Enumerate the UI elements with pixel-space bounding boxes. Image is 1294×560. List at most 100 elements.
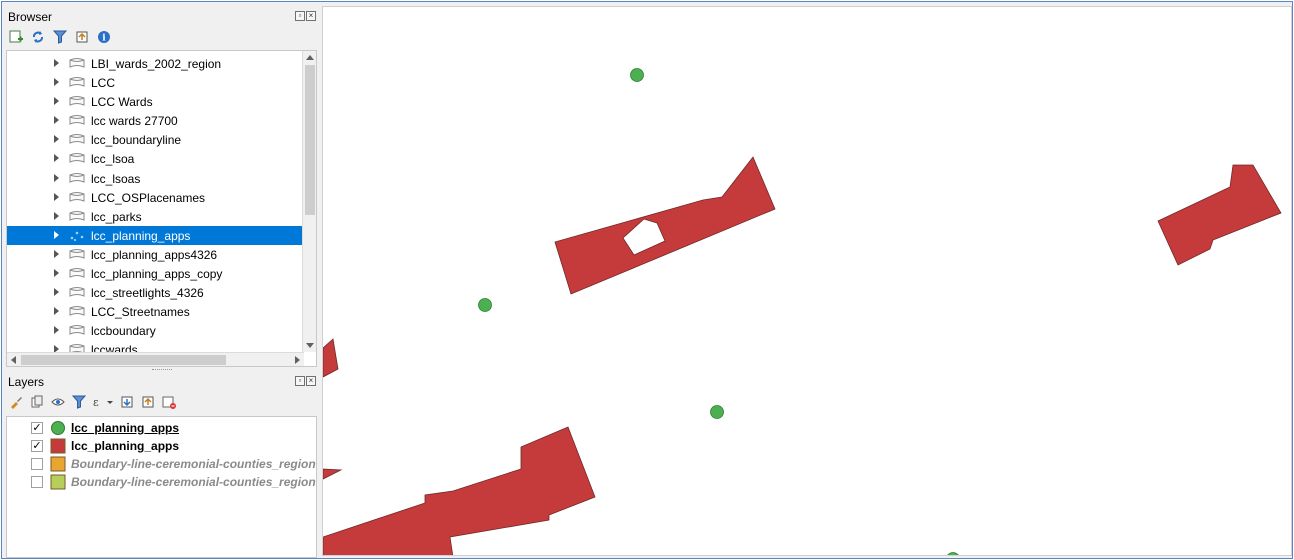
layer-item[interactable]: ✓ lcc_planning_apps xyxy=(7,419,316,437)
collapse-all-icon[interactable] xyxy=(74,29,90,45)
planning-app-polygon[interactable] xyxy=(323,468,343,480)
planning-app-polygon[interactable] xyxy=(323,338,339,378)
browser-item[interactable]: lcc_boundaryline xyxy=(7,130,303,149)
scroll-up-icon[interactable] xyxy=(306,55,314,60)
table-icon xyxy=(68,113,86,127)
eye-icon[interactable] xyxy=(50,394,66,410)
left-dock: Browser ▫ × i LBI_wards_2002_region LCC LC… xyxy=(2,2,320,558)
float-panel-button[interactable]: ▫ xyxy=(295,376,305,386)
browser-item-label: lcc_boundaryline xyxy=(91,133,182,148)
scroll-down-icon[interactable] xyxy=(306,343,314,348)
table-icon xyxy=(68,171,86,185)
browser-item[interactable]: lcc_lsoa xyxy=(7,149,303,168)
planning-app-point[interactable] xyxy=(710,405,724,419)
expand-arrow-icon[interactable] xyxy=(54,135,59,144)
expand-arrow-icon[interactable] xyxy=(54,230,59,239)
svg-text:i: i xyxy=(102,34,106,44)
browser-panel-title: Browser xyxy=(8,10,53,24)
browser-tree-list: LBI_wards_2002_region LCC LCC Wards lcc war… xyxy=(7,54,303,360)
expression-filter-icon[interactable]: ε xyxy=(92,394,114,410)
browser-item[interactable]: lcc_streetlights_4326 xyxy=(7,283,303,302)
map-canvas[interactable] xyxy=(322,6,1292,556)
add-layer-icon[interactable] xyxy=(8,29,24,45)
vertical-scrollbar[interactable] xyxy=(302,51,316,352)
expand-arrow-icon[interactable] xyxy=(54,192,59,201)
info-icon[interactable]: i xyxy=(96,29,112,45)
planning-app-point[interactable] xyxy=(630,68,644,82)
expand-arrow-icon[interactable] xyxy=(54,97,59,106)
refresh-icon[interactable] xyxy=(30,29,46,45)
browser-item-label: lccboundary xyxy=(91,324,156,339)
table-icon xyxy=(68,285,86,299)
browser-item[interactable]: LCC xyxy=(7,73,303,92)
table-icon xyxy=(68,132,86,146)
browser-item[interactable]: lcc_parks xyxy=(7,207,303,226)
horizontal-scrollbar[interactable] xyxy=(7,352,304,366)
panel-splitter[interactable] xyxy=(152,369,172,372)
layer-name: lcc_planning_apps xyxy=(71,439,180,453)
collapse-all-icon[interactable] xyxy=(140,394,156,410)
table-icon xyxy=(68,75,86,89)
scroll-left-icon[interactable] xyxy=(11,356,16,364)
style-brush-icon[interactable] xyxy=(8,394,24,410)
expand-arrow-icon[interactable] xyxy=(54,249,59,258)
horizontal-scroll-thumb[interactable] xyxy=(21,355,226,365)
layer-symbol-icon xyxy=(50,474,66,490)
expand-arrow-icon[interactable] xyxy=(54,307,59,316)
expand-arrow-icon[interactable] xyxy=(54,154,59,163)
float-panel-button[interactable]: ▫ xyxy=(295,11,305,21)
browser-item[interactable]: lcc_planning_apps xyxy=(7,225,303,245)
layer-item[interactable]: ✓ lcc_planning_apps xyxy=(7,437,316,455)
browser-item[interactable]: LBI_wards_2002_region xyxy=(7,54,303,73)
browser-item-label: lcc_streetlights_4326 xyxy=(91,286,204,301)
expand-arrow-icon[interactable] xyxy=(54,173,59,182)
browser-item-label: lcc wards 27700 xyxy=(91,114,178,129)
planning-app-polygon[interactable] xyxy=(554,156,776,295)
expand-arrow-icon[interactable] xyxy=(54,269,59,278)
planning-app-point[interactable] xyxy=(947,552,960,557)
layer-visibility-checkbox[interactable] xyxy=(31,458,43,470)
layer-item[interactable]: Boundary-line-ceremonial-counties_region xyxy=(7,455,316,473)
planning-app-point[interactable] xyxy=(478,298,492,312)
expand-arrow-icon[interactable] xyxy=(54,211,59,220)
browser-item-label: LCC_Streetnames xyxy=(91,305,190,320)
layers-tree[interactable]: ✓ lcc_planning_apps ✓ lcc_planning_apps Boun… xyxy=(6,416,317,558)
expand-arrow-icon[interactable] xyxy=(54,288,59,297)
browser-item[interactable]: LCC_OSPlacenames xyxy=(7,188,303,207)
vertical-scroll-thumb[interactable] xyxy=(305,65,315,215)
expand-arrow-icon[interactable] xyxy=(54,326,59,335)
table-icon xyxy=(68,247,86,261)
scroll-right-icon[interactable] xyxy=(295,356,300,364)
browser-item-label: LCC xyxy=(91,76,116,91)
browser-item[interactable]: LCC_Streetnames xyxy=(7,302,303,321)
browser-item[interactable]: lcc wards 27700 xyxy=(7,111,303,130)
browser-item[interactable]: lccboundary xyxy=(7,321,303,340)
expand-arrow-icon[interactable] xyxy=(54,78,59,87)
table-icon xyxy=(68,94,86,108)
browser-item-label: lcc_planning_apps_copy xyxy=(91,267,223,282)
planning-app-polygon[interactable] xyxy=(1157,164,1282,266)
table-icon xyxy=(68,56,86,70)
remove-layer-icon[interactable] xyxy=(161,394,177,410)
expand-arrow-icon[interactable] xyxy=(54,116,59,125)
map-svg[interactable] xyxy=(323,7,1292,556)
layer-visibility-checkbox[interactable]: ✓ xyxy=(31,422,43,434)
planning-app-polygon[interactable] xyxy=(323,426,596,556)
expand-arrow-icon[interactable] xyxy=(54,59,59,67)
browser-item[interactable]: lcc_planning_apps4326 xyxy=(7,245,303,264)
close-panel-button[interactable]: × xyxy=(306,11,316,21)
layer-visibility-checkbox[interactable] xyxy=(31,476,43,488)
browser-item[interactable]: LCC Wards xyxy=(7,92,303,111)
filter-icon[interactable] xyxy=(71,394,87,410)
layer-item[interactable]: Boundary-line-ceremonial-counties_region xyxy=(7,473,316,491)
layer-symbol-icon xyxy=(50,456,66,472)
browser-item-label: lcc_parks xyxy=(91,209,142,224)
layer-visibility-checkbox[interactable]: ✓ xyxy=(31,440,43,452)
expand-all-icon[interactable] xyxy=(119,394,135,410)
close-panel-button[interactable]: × xyxy=(306,376,316,386)
add-group-icon[interactable] xyxy=(29,394,45,410)
browser-item[interactable]: lcc_planning_apps_copy xyxy=(7,264,303,283)
browser-item[interactable]: lcc_lsoas xyxy=(7,169,303,188)
filter-icon[interactable] xyxy=(52,29,68,45)
browser-tree[interactable]: LBI_wards_2002_region LCC LCC Wards lcc war… xyxy=(6,50,317,367)
